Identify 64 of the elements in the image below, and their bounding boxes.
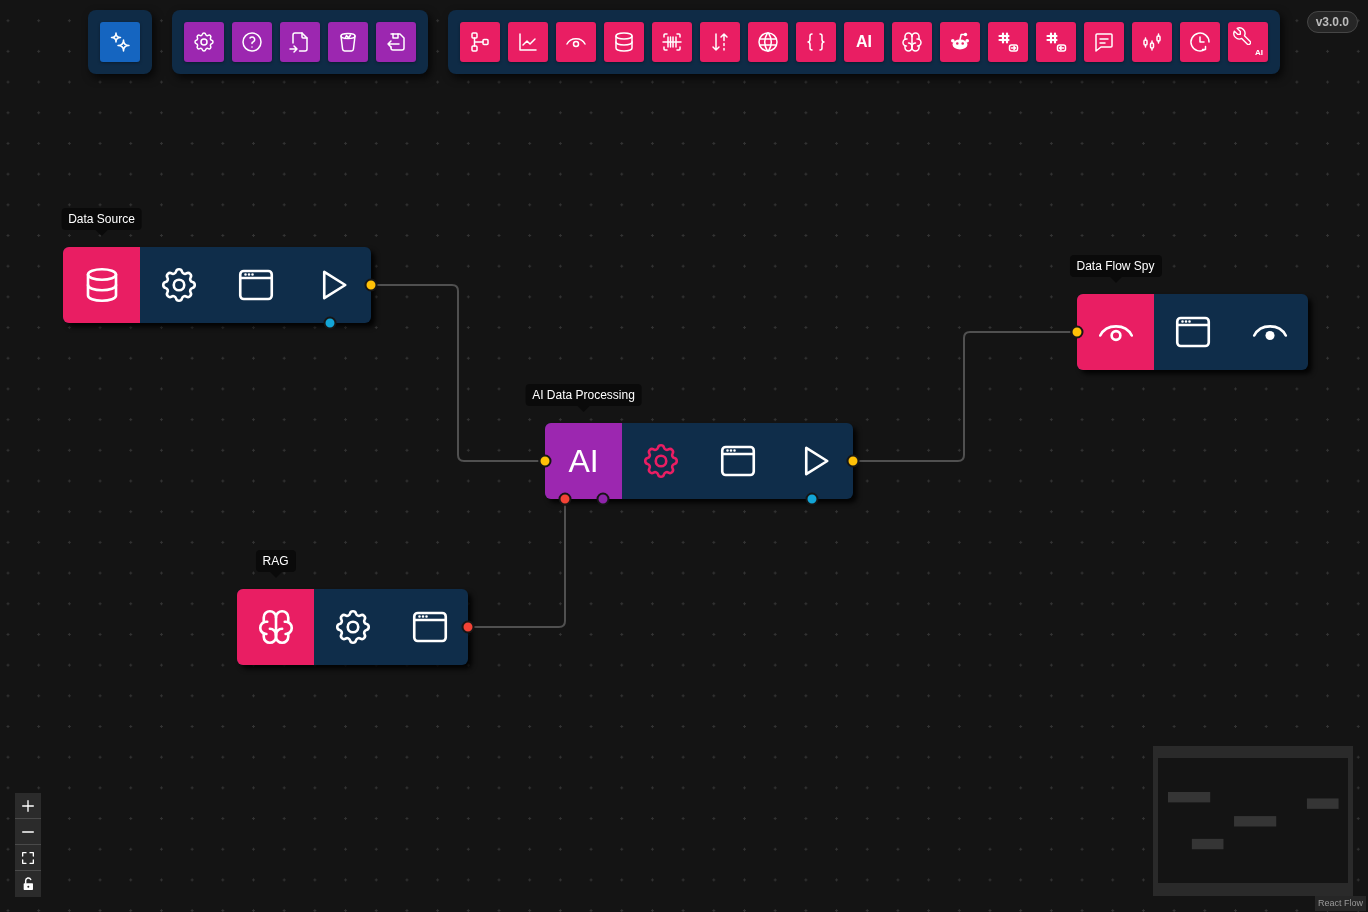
toolbar-button[interactable] bbox=[1084, 22, 1124, 62]
toolbar-button[interactable] bbox=[376, 22, 416, 62]
node-tooltip: AI Data Processing bbox=[525, 384, 642, 412]
gear-icon bbox=[192, 30, 216, 54]
toolbar-button[interactable] bbox=[508, 22, 548, 62]
plus-icon bbox=[22, 799, 34, 812]
sparkles-icon bbox=[108, 30, 132, 54]
candlestick-icon bbox=[1140, 30, 1164, 54]
toolbar-button[interactable] bbox=[328, 22, 368, 62]
question-circle-icon bbox=[240, 30, 264, 54]
lock-button[interactable] bbox=[15, 871, 41, 897]
hashtag-badge-icon bbox=[1044, 30, 1068, 54]
fit-view-button[interactable] bbox=[15, 845, 41, 871]
attribution-link[interactable]: React Flow bbox=[1315, 896, 1366, 911]
flowchart-icon bbox=[468, 30, 492, 54]
toolbar-button[interactable] bbox=[460, 22, 500, 62]
toolbar-button[interactable] bbox=[604, 22, 644, 62]
frame-corners-icon bbox=[22, 851, 34, 864]
wrench-icon bbox=[1233, 27, 1252, 46]
version-badge: v3.0.0 bbox=[1306, 11, 1358, 33]
toolbar-button[interactable] bbox=[232, 22, 272, 62]
toolbar-button[interactable] bbox=[940, 22, 980, 62]
toolbar-button[interactable] bbox=[100, 22, 140, 62]
brain-icon bbox=[900, 30, 924, 54]
toolbar-button[interactable] bbox=[796, 22, 836, 62]
toolbar-button[interactable] bbox=[748, 22, 788, 62]
connection-handle[interactable] bbox=[364, 278, 378, 292]
node-type-tile[interactable] bbox=[237, 589, 314, 665]
hashtag-badge-icon bbox=[996, 30, 1020, 54]
toolbar-button[interactable] bbox=[556, 22, 596, 62]
node-type-tile[interactable] bbox=[63, 247, 140, 323]
node-type-tile[interactable] bbox=[1077, 294, 1154, 370]
connection-handle[interactable] bbox=[1070, 325, 1084, 339]
globe-icon bbox=[756, 30, 780, 54]
zoom-out-button[interactable] bbox=[15, 819, 41, 845]
connection-handle[interactable] bbox=[805, 492, 819, 506]
chat-bubble-icon bbox=[1092, 30, 1116, 54]
toolbar-button[interactable] bbox=[280, 22, 320, 62]
toolbar-button[interactable] bbox=[1132, 22, 1172, 62]
zoom-in-button[interactable] bbox=[15, 793, 41, 819]
connection-handle[interactable] bbox=[538, 454, 552, 468]
curly-braces-icon bbox=[804, 30, 828, 54]
toolbar-button[interactable] bbox=[652, 22, 692, 62]
toolbar-button[interactable] bbox=[1036, 22, 1076, 62]
scan-frame-icon bbox=[660, 30, 684, 54]
toolbar-button[interactable] bbox=[1180, 22, 1220, 62]
connection-handle[interactable] bbox=[323, 316, 337, 330]
clock-arrow-icon bbox=[1188, 30, 1212, 54]
connector-line[interactable] bbox=[472, 504, 566, 628]
toolbar-button[interactable] bbox=[700, 22, 740, 62]
database-icon bbox=[612, 30, 636, 54]
toolbar-button[interactable] bbox=[988, 22, 1028, 62]
toolbar-button[interactable]: AI bbox=[1228, 22, 1268, 62]
minus-icon bbox=[22, 830, 34, 833]
node-tooltip: Data Flow Spy bbox=[1069, 255, 1162, 283]
toolbar-button[interactable] bbox=[892, 22, 932, 62]
toolbar-button[interactable]: AI bbox=[844, 22, 884, 62]
toolbar-button[interactable] bbox=[184, 22, 224, 62]
connection-handle[interactable] bbox=[461, 620, 475, 634]
floppy-disk-icon bbox=[384, 30, 408, 54]
connection-handle[interactable] bbox=[846, 454, 860, 468]
node-tooltip: RAG bbox=[255, 550, 296, 578]
node-tooltip: Data Source bbox=[61, 208, 142, 236]
line-chart-icon bbox=[516, 30, 540, 54]
